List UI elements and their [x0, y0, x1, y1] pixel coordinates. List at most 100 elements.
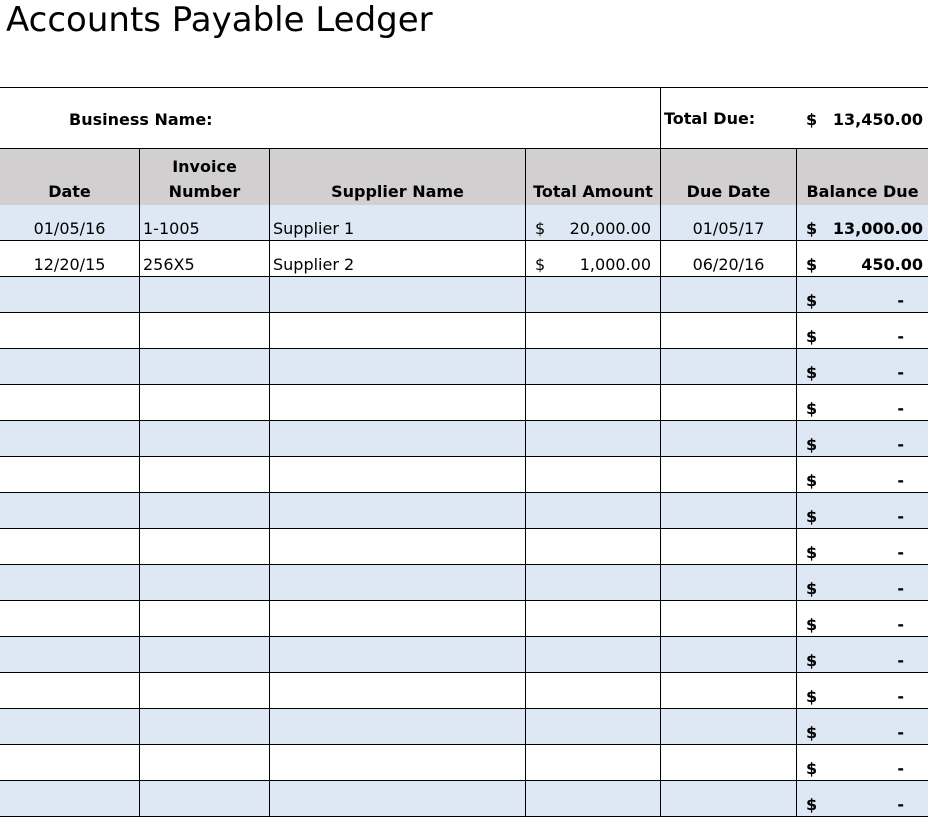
cell-due-date[interactable] [661, 385, 797, 420]
cell-supplier-name[interactable]: Supplier 2 [270, 241, 526, 276]
cell-date[interactable] [0, 421, 140, 456]
currency-symbol: $ [806, 579, 818, 598]
cell-date[interactable]: 12/20/15 [0, 241, 140, 276]
cell-invoice-number[interactable]: 1-1005 [140, 205, 270, 240]
cell-balance-due: $ - [797, 673, 928, 708]
cell-date[interactable] [0, 637, 140, 672]
page-title: Accounts Payable Ledger [6, 0, 433, 40]
cell-invoice-number[interactable] [140, 781, 270, 816]
cell-invoice-number[interactable] [140, 457, 270, 492]
cell-supplier-name[interactable] [270, 385, 526, 420]
cell-due-date[interactable] [661, 745, 797, 780]
cell-total-amount[interactable]: $20,000.00 [526, 205, 661, 240]
cell-date[interactable] [0, 349, 140, 384]
cell-due-date[interactable] [661, 493, 797, 528]
cell-due-date[interactable] [661, 313, 797, 348]
cell-date[interactable] [0, 529, 140, 564]
cell-supplier-name[interactable] [270, 745, 526, 780]
cell-total-amount[interactable] [526, 709, 661, 744]
cell-due-date[interactable] [661, 781, 797, 816]
cell-total-amount[interactable] [526, 565, 661, 600]
balance-due-empty: - [897, 759, 904, 778]
cell-supplier-name[interactable] [270, 313, 526, 348]
cell-total-amount[interactable] [526, 781, 661, 816]
cell-date[interactable] [0, 313, 140, 348]
cell-invoice-number[interactable] [140, 313, 270, 348]
cell-supplier-name[interactable] [270, 709, 526, 744]
cell-due-date[interactable] [661, 277, 797, 312]
cell-balance-due: $ - [797, 637, 928, 672]
cell-invoice-number[interactable] [140, 349, 270, 384]
currency-symbol: $ [806, 291, 818, 310]
cell-date[interactable] [0, 709, 140, 744]
cell-total-amount[interactable] [526, 457, 661, 492]
cell-invoice-number[interactable] [140, 637, 270, 672]
cell-supplier-name[interactable] [270, 493, 526, 528]
cell-due-date[interactable]: 06/20/16 [661, 241, 797, 276]
cell-due-date[interactable] [661, 349, 797, 384]
cell-invoice-number[interactable] [140, 565, 270, 600]
cell-invoice-number[interactable] [140, 529, 270, 564]
cell-supplier-name[interactable] [270, 277, 526, 312]
cell-date[interactable] [0, 601, 140, 636]
cell-total-amount[interactable] [526, 313, 661, 348]
cell-total-amount[interactable]: $1,000.00 [526, 241, 661, 276]
cell-supplier-name[interactable] [270, 349, 526, 384]
cell-invoice-number[interactable] [140, 421, 270, 456]
cell-invoice-number[interactable] [140, 601, 270, 636]
cell-date[interactable] [0, 565, 140, 600]
balance-due-empty: - [897, 651, 904, 670]
cell-total-amount[interactable] [526, 493, 661, 528]
cell-supplier-name[interactable] [270, 781, 526, 816]
cell-due-date[interactable] [661, 457, 797, 492]
cell-due-date[interactable]: 01/05/17 [661, 205, 797, 240]
cell-invoice-number[interactable] [140, 673, 270, 708]
cell-due-date[interactable] [661, 673, 797, 708]
cell-invoice-number[interactable] [140, 709, 270, 744]
currency-symbol: $ [806, 759, 818, 778]
cell-supplier-name[interactable] [270, 601, 526, 636]
cell-date[interactable]: 01/05/16 [0, 205, 140, 240]
cell-invoice-number[interactable]: 256X5 [140, 241, 270, 276]
cell-date[interactable] [0, 277, 140, 312]
cell-due-date[interactable] [661, 565, 797, 600]
cell-due-date[interactable] [661, 421, 797, 456]
cell-date[interactable] [0, 673, 140, 708]
cell-due-date[interactable] [661, 529, 797, 564]
balance-due-empty: - [897, 579, 904, 598]
cell-total-amount[interactable] [526, 529, 661, 564]
cell-total-amount[interactable] [526, 637, 661, 672]
total-amount-value: 1,000.00 [579, 255, 651, 274]
cell-date[interactable] [0, 493, 140, 528]
cell-supplier-name[interactable] [270, 673, 526, 708]
cell-invoice-number[interactable] [140, 385, 270, 420]
cell-date[interactable] [0, 457, 140, 492]
cell-supplier-name[interactable] [270, 565, 526, 600]
balance-due-empty: - [897, 795, 904, 814]
cell-date[interactable] [0, 385, 140, 420]
cell-balance-due: $13,000.00 [797, 205, 928, 240]
cell-total-amount[interactable] [526, 421, 661, 456]
cell-supplier-name[interactable]: Supplier 1 [270, 205, 526, 240]
cell-due-date[interactable] [661, 601, 797, 636]
cell-date[interactable] [0, 745, 140, 780]
cell-invoice-number[interactable] [140, 493, 270, 528]
cell-invoice-number[interactable] [140, 277, 270, 312]
cell-supplier-name[interactable] [270, 637, 526, 672]
cell-total-amount[interactable] [526, 277, 661, 312]
cell-total-amount[interactable] [526, 673, 661, 708]
cell-supplier-name[interactable] [270, 421, 526, 456]
cell-supplier-name[interactable] [270, 457, 526, 492]
cell-date[interactable] [0, 781, 140, 816]
cell-total-amount[interactable] [526, 601, 661, 636]
cell-total-amount[interactable] [526, 349, 661, 384]
currency-symbol: $ [806, 255, 818, 274]
cell-total-amount[interactable] [526, 385, 661, 420]
cell-balance-due: $ - [797, 421, 928, 456]
ledger-info-box: Business Name: Total Due: $ 13,450.00 [0, 87, 928, 149]
cell-due-date[interactable] [661, 709, 797, 744]
cell-invoice-number[interactable] [140, 745, 270, 780]
cell-total-amount[interactable] [526, 745, 661, 780]
cell-supplier-name[interactable] [270, 529, 526, 564]
cell-due-date[interactable] [661, 637, 797, 672]
